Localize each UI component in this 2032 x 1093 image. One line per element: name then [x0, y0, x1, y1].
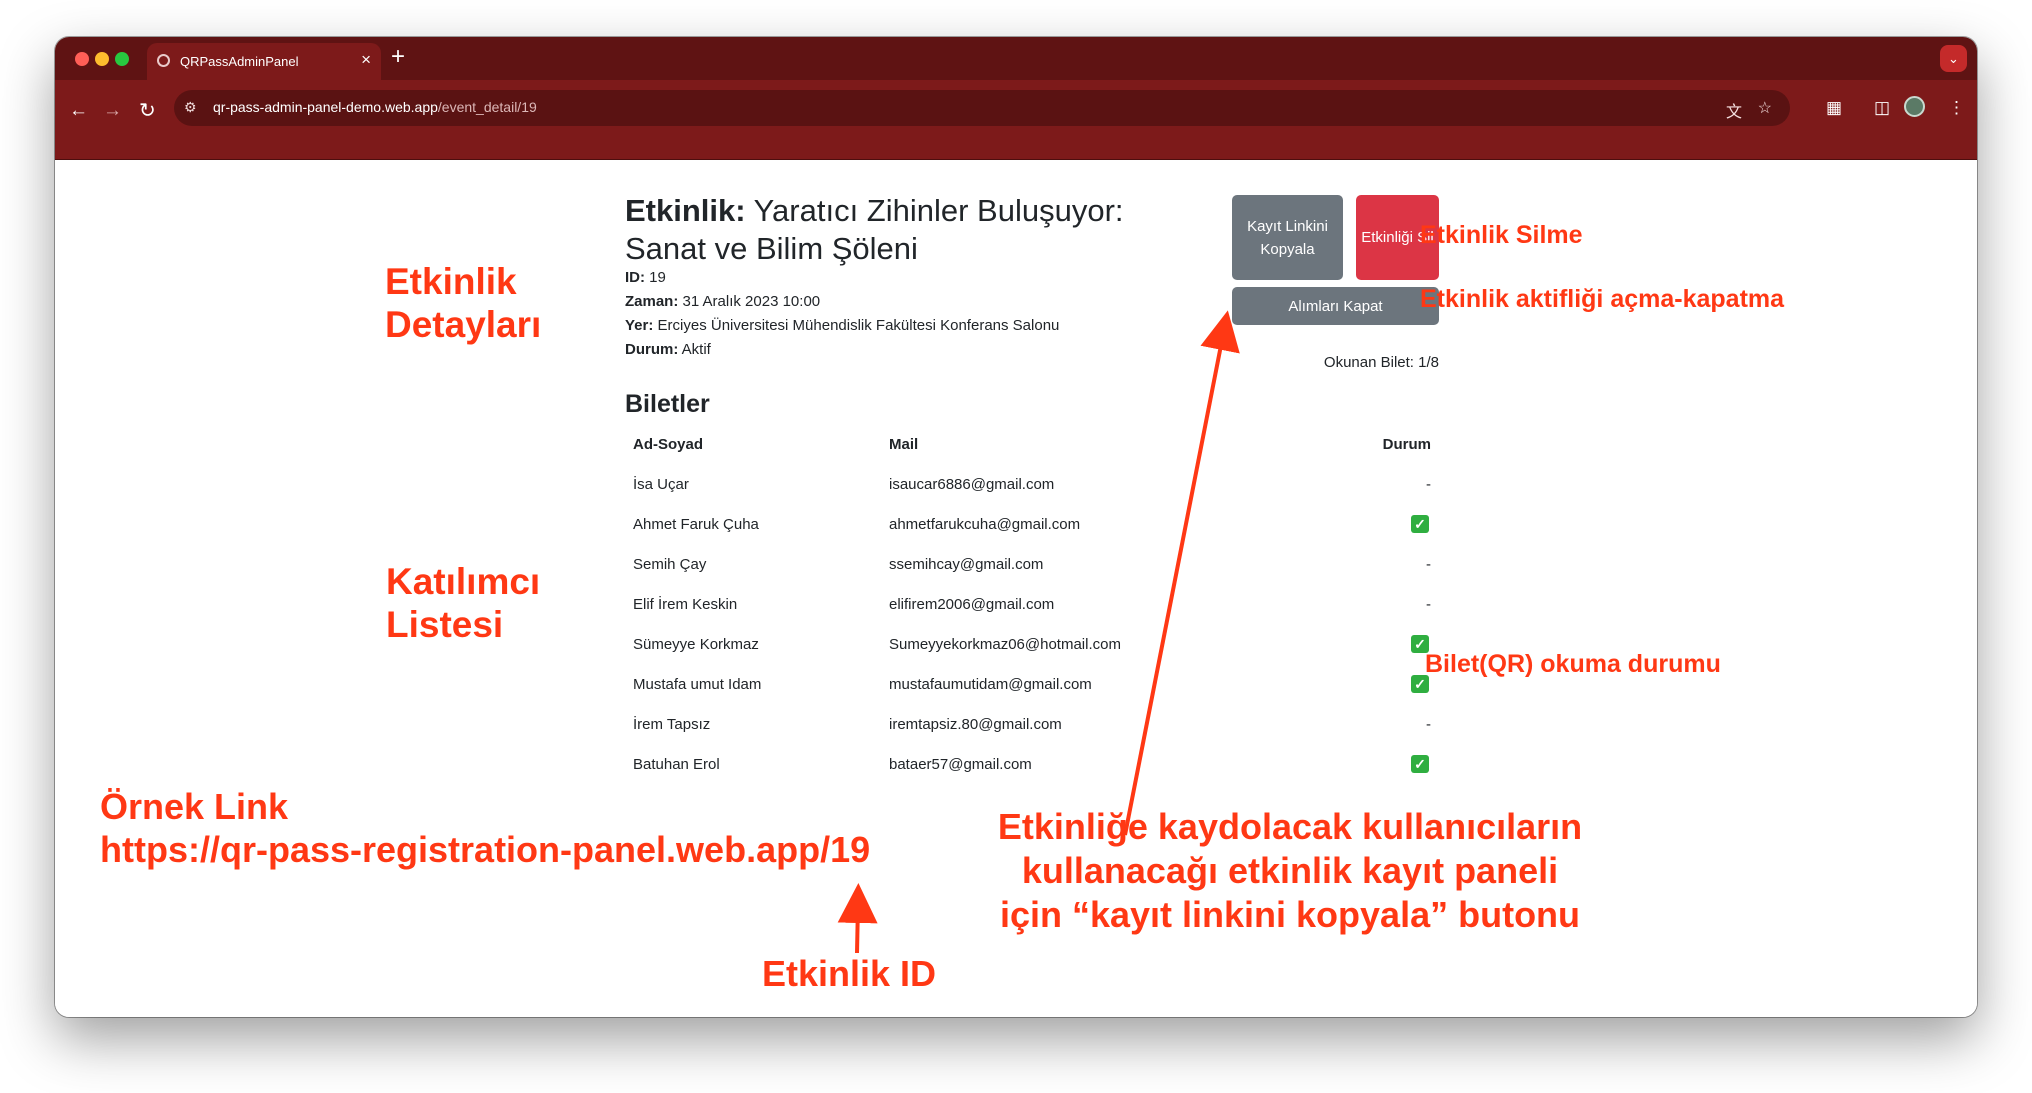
status-dash: - — [1426, 555, 1431, 573]
extensions-icon[interactable]: ▦ — [1826, 98, 1842, 118]
copy-registration-link-button[interactable]: Kayıt Linkini Kopyala — [1232, 195, 1343, 280]
table-row: Ahmet Faruk Çuha ahmetfarukcuha@gmail.com… — [625, 504, 1439, 544]
ticket-mail: isaucar6886@gmail.com — [889, 475, 1055, 493]
event-time: Zaman: 31 Aralık 2023 10:00 — [625, 292, 820, 312]
translate-icon[interactable]: 文 — [1726, 98, 1742, 122]
event-title: Etkinlik: Yaratıcı Zihinler Buluşuyor: S… — [625, 192, 1185, 268]
event-id-label: ID: — [625, 269, 645, 286]
ticket-name: İrem Tapsız — [633, 715, 711, 733]
annotation-copy-button-note: Etkinliğe kaydolacak kullanıcıların kull… — [997, 806, 1583, 935]
tab-bar: QRPassAdminPanel × + ⌄ — [55, 37, 1977, 80]
menu-icon[interactable]: ⋮ — [1948, 98, 1965, 118]
side-panel-icon[interactable]: ◫ — [1874, 98, 1890, 118]
check-icon: ✓ — [1411, 515, 1429, 533]
event-time-label: Zaman: — [625, 293, 679, 310]
event-id-value: 19 — [649, 269, 666, 286]
address-bar[interactable]: ⚙ qr-pass-admin-panel-demo.web.app/event… — [174, 90, 1790, 126]
column-header-name: Ad-Soyad — [633, 435, 704, 453]
tab-search-button[interactable]: ⌄ — [1940, 45, 1967, 72]
annotation-example-link-title: Örnek Link — [100, 786, 289, 827]
column-header-status: Durum — [1382, 435, 1431, 453]
table-row: İsa Uçar isaucar6886@gmail.com - — [625, 464, 1439, 504]
tickets-table: Ad-Soyad Mail Durum İsa Uçar isaucar6886@… — [625, 424, 1439, 784]
annotation-event-id: Etkinlik ID — [762, 953, 937, 994]
event-place-label: Yer: — [625, 317, 654, 334]
forward-icon[interactable]: → — [103, 100, 122, 122]
annotation-toggle-active: Etkinlik aktifliği açma-kapatma — [1420, 285, 1785, 313]
page-content: Etkinlik: Yaratıcı Zihinler Buluşuyor: S… — [55, 160, 1977, 1017]
arrow-to-event-id — [837, 883, 878, 954]
ticket-mail: Sumeyyekorkmaz06@hotmail.com — [889, 635, 1121, 653]
close-window-button[interactable] — [75, 52, 89, 66]
event-place: Yer: Erciyes Üniversitesi Mühendislik Fa… — [625, 316, 1059, 336]
table-row: Sümeyye Korkmaz Sumeyyekorkmaz06@hotmail.… — [625, 624, 1439, 664]
new-tab-button[interactable]: + — [391, 44, 405, 70]
maximize-window-button[interactable] — [115, 52, 129, 66]
table-row: İrem Tapsız iremtapsiz.80@gmail.com - — [625, 704, 1439, 744]
ticket-status: - — [1277, 544, 1439, 584]
table-row: Elif İrem Keskin elifirem2006@gmail.com - — [625, 584, 1439, 624]
tickets-title: Biletler — [625, 390, 710, 418]
ticket-mail: iremtapsiz.80@gmail.com — [889, 715, 1062, 733]
event-status: Durum: Aktif — [625, 340, 711, 360]
tickets-table-body: İsa Uçar isaucar6886@gmail.com - Ahmet Faru… — [625, 464, 1439, 784]
annotation-example-link-url: https://qr-pass-registration-panel.web.a… — [100, 829, 871, 870]
table-header-row: Ad-Soyad Mail Durum — [625, 424, 1439, 464]
event-place-value: Erciyes Üniversitesi Mühendislik Fakülte… — [657, 317, 1060, 334]
table-row: Batuhan Erol bataer57@gmail.com ✓ — [625, 744, 1439, 784]
ticket-name: Ahmet Faruk Çuha — [633, 515, 759, 533]
event-status-label: Durum: — [625, 341, 679, 358]
ticket-status: ✓ — [1277, 504, 1439, 544]
browser-toolbar: ← → ↻ ⚙ qr-pass-admin-panel-demo.web.app… — [55, 80, 1977, 160]
profile-avatar[interactable] — [1904, 96, 1925, 117]
tab-close-icon[interactable]: × — [361, 51, 371, 68]
ticket-name: Batuhan Erol — [633, 755, 720, 773]
status-dash: - — [1426, 715, 1431, 733]
ticket-mail: bataer57@gmail.com — [889, 755, 1032, 773]
ticket-status: ✓ — [1277, 664, 1439, 704]
url-path: /event_detail/19 — [437, 99, 537, 115]
ticket-status: - — [1277, 584, 1439, 624]
minimize-window-button[interactable] — [95, 52, 109, 66]
back-icon[interactable]: ← — [69, 100, 88, 122]
ticket-status: - — [1277, 464, 1439, 504]
ticket-name: Mustafa umut Idam — [633, 675, 762, 693]
event-status-value: Aktif — [681, 341, 711, 358]
read-ticket-count: Okunan Bilet: 1/8 — [1323, 354, 1439, 371]
ticket-mail: ssemihcay@gmail.com — [889, 555, 1044, 573]
table-row: Semih Çay ssemihcay@gmail.com - — [625, 544, 1439, 584]
ticket-name: Semih Çay — [633, 555, 707, 573]
status-dash: - — [1426, 475, 1431, 493]
status-dash: - — [1426, 595, 1431, 613]
reload-icon[interactable]: ↻ — [139, 100, 156, 122]
tab-title: QRPassAdminPanel — [180, 54, 299, 69]
url-text[interactable]: qr-pass-admin-panel-demo.web.app/event_d… — [213, 99, 537, 115]
ticket-name: Sümeyye Korkmaz — [633, 635, 759, 653]
ticket-mail: elifirem2006@gmail.com — [889, 595, 1055, 613]
check-icon: ✓ — [1411, 755, 1429, 773]
url-host: qr-pass-admin-panel-demo.web.app — [213, 99, 438, 115]
ticket-mail: mustafaumutidam@gmail.com — [889, 675, 1092, 693]
site-info-icon[interactable]: ⚙ — [184, 99, 197, 116]
close-registrations-button[interactable]: Alımları Kapat — [1232, 287, 1439, 325]
annotation-qr-status: Bilet(QR) okuma durumu — [1425, 650, 1721, 678]
ticket-name: Elif İrem Keskin — [633, 595, 738, 613]
event-id: ID: 19 — [625, 268, 666, 288]
ticket-name: İsa Uçar — [633, 475, 689, 493]
star-icon[interactable]: ☆ — [1758, 98, 1772, 118]
table-row: Mustafa umut Idam mustafaumutidam@gmail.c… — [625, 664, 1439, 704]
event-title-label: Etkinlik: — [625, 193, 746, 228]
globe-icon — [157, 54, 170, 67]
ticket-status: ✓ — [1277, 624, 1439, 664]
ticket-status: - — [1277, 704, 1439, 744]
event-time-value: 31 Aralık 2023 10:00 — [682, 293, 821, 310]
annotation-event-details: Etkinlik Detayları — [385, 261, 542, 345]
annotation-participant-list: Katılımcı Listesi — [386, 561, 541, 645]
ticket-status: ✓ — [1277, 744, 1439, 784]
annotation-delete-event: Etkinlik Silme — [1420, 221, 1583, 249]
browser-window: QRPassAdminPanel × + ⌄ ← → ↻ ⚙ qr-pass-a… — [55, 37, 1977, 1017]
ticket-mail: ahmetfarukcuha@gmail.com — [889, 515, 1081, 533]
column-header-mail: Mail — [889, 435, 919, 453]
browser-tab[interactable]: QRPassAdminPanel × — [147, 43, 381, 80]
